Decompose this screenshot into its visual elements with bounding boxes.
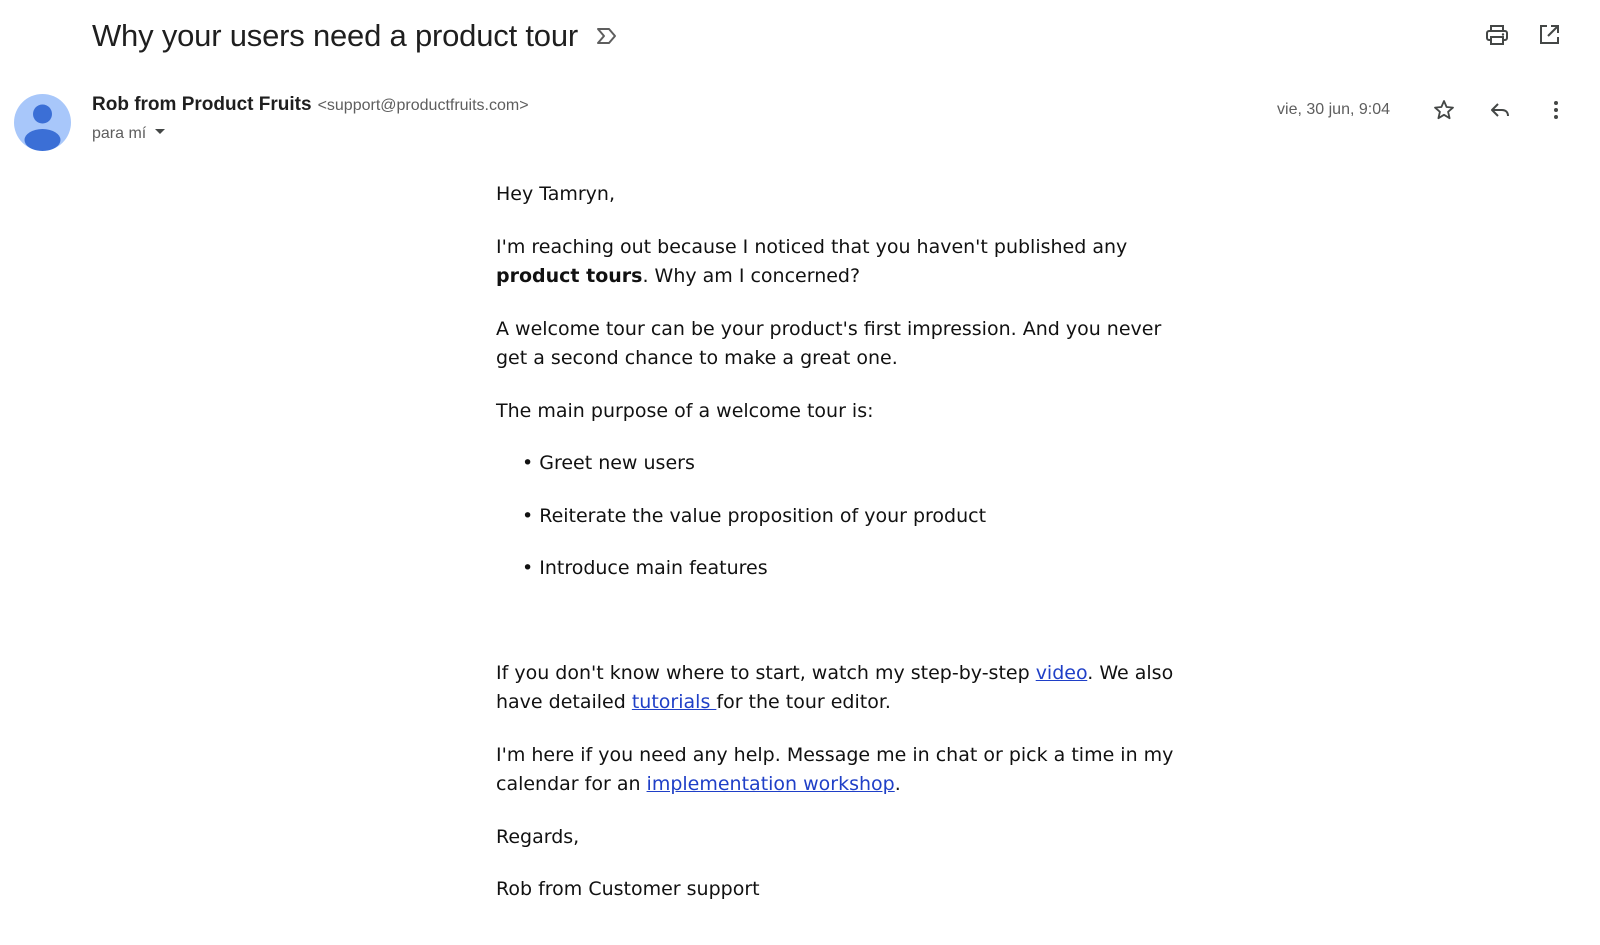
- p4-text-before: If you don't know where to start, watch …: [496, 661, 1036, 684]
- star-icon[interactable]: [1424, 90, 1464, 130]
- list-item: • Reiterate the value proposition of your…: [522, 504, 987, 527]
- recipient-label: para mí: [92, 124, 147, 142]
- sender-name[interactable]: Rob from Product Fruits: [92, 94, 312, 116]
- implementation-workshop-link[interactable]: implementation workshop: [647, 773, 895, 795]
- p4-text-after: for the tour editor.: [716, 691, 891, 713]
- p1-bold: product tours: [496, 265, 643, 287]
- paragraph-help: I'm here if you need any help. Message m…: [496, 741, 1196, 800]
- closing: Regards,: [496, 823, 1196, 853]
- thread-actions: [1482, 18, 1564, 52]
- signature-text: Rob from Customer support: [496, 878, 760, 900]
- paragraph-concern: I'm reaching out because I noticed that …: [496, 233, 1196, 292]
- reply-icon[interactable]: [1480, 90, 1520, 130]
- paragraph-first-impression: A welcome tour can be your product's fir…: [496, 315, 1196, 374]
- p2-text: A welcome tour can be your product's fir…: [496, 317, 1162, 370]
- paragraph-resources: If you don't know where to start, watch …: [496, 659, 1196, 718]
- video-link[interactable]: video: [1036, 662, 1088, 684]
- list-item-text: Reiterate the value proposition of your …: [539, 504, 987, 527]
- paragraph-purpose: The main purpose of a welcome tour is:: [496, 397, 1196, 427]
- email-subject: Why your users need a product tour: [92, 18, 579, 53]
- subject-row: Why your users need a product tour: [92, 14, 620, 58]
- more-vert-icon[interactable]: [1536, 90, 1576, 130]
- print-icon[interactable]: [1482, 18, 1512, 52]
- greeting-text: Hey Tamryn,: [496, 183, 616, 205]
- recipient-toggle[interactable]: para mí: [92, 124, 529, 143]
- chevron-down-icon: [150, 124, 170, 143]
- tutorials-link[interactable]: tutorials: [632, 691, 717, 713]
- avatar[interactable]: [14, 94, 71, 151]
- sender-email: <support@productfruits.com>: [317, 97, 529, 114]
- sender-block: Rob from Product Fruits <support@product…: [92, 94, 529, 143]
- p5-text-after: .: [894, 773, 901, 795]
- list-item-text: Greet new users: [539, 452, 695, 474]
- label-icon[interactable]: [594, 23, 620, 49]
- purpose-list: • Greet new users • Reiterate the value pr…: [496, 449, 1196, 584]
- open-in-new-window-icon[interactable]: [1534, 18, 1564, 52]
- p1-text-before: I'm reaching out because I noticed that …: [496, 235, 1128, 258]
- email-body: Hey Tamryn, I'm reaching out because I n…: [496, 180, 1196, 928]
- p1-text-after: . Why am I concerned?: [642, 265, 861, 287]
- email-date: vie, 30 jun, 9:04: [1277, 101, 1390, 118]
- message-actions: vie, 30 jun, 9:04: [1277, 90, 1576, 130]
- list-item: • Greet new users: [522, 452, 695, 474]
- p3-text: The main purpose of a welcome tour is:: [496, 399, 874, 422]
- sender-line: Rob from Product Fruits <support@product…: [92, 94, 529, 118]
- list-item-text: Introduce main features: [539, 557, 768, 579]
- list-item: • Introduce main features: [522, 557, 768, 579]
- signature: Rob from Customer support: [496, 875, 1196, 905]
- closing-text: Regards,: [496, 825, 580, 848]
- greeting: Hey Tamryn,: [496, 180, 1196, 210]
